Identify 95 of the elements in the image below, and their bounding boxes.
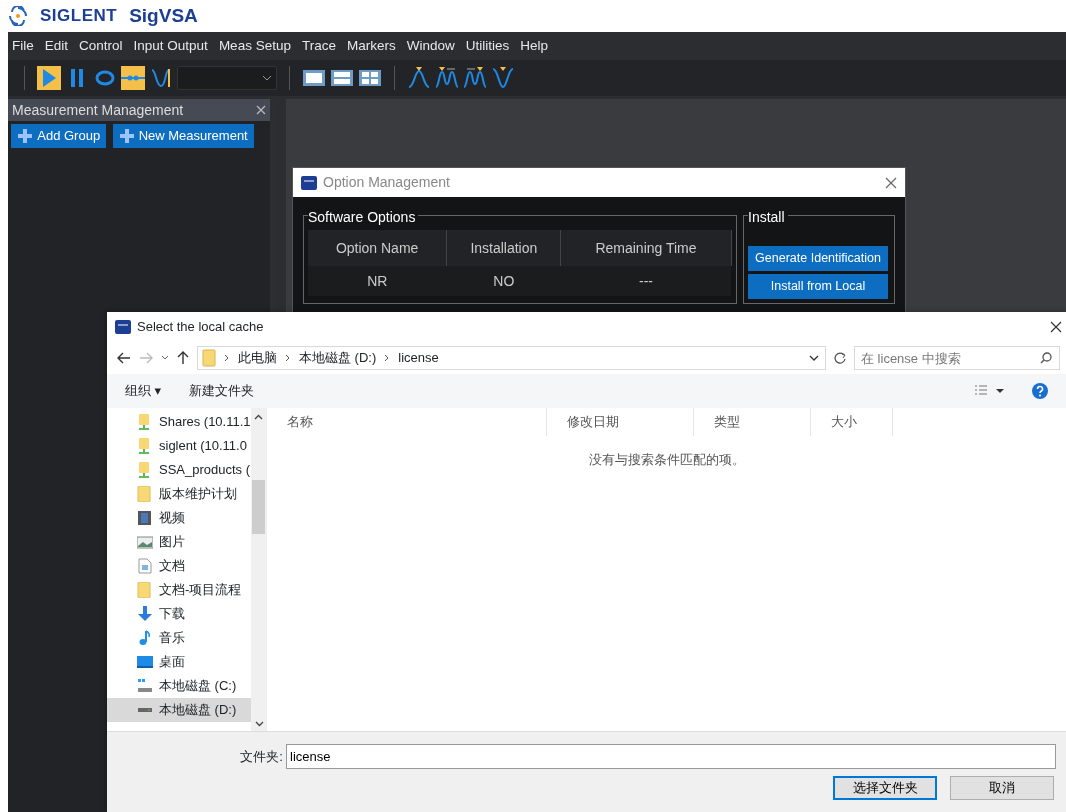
drive-icon — [137, 707, 153, 713]
chevron-down-icon[interactable] — [809, 355, 819, 361]
nav-item[interactable]: 图片 — [107, 530, 251, 554]
command-button[interactable]: 新建文件夹 — [189, 381, 255, 401]
back-arrow-icon[interactable] — [117, 352, 131, 364]
panel-button[interactable]: Add Group — [11, 124, 107, 148]
dialog-button[interactable]: 取消 — [950, 775, 1054, 800]
table-cell: --- — [560, 266, 731, 296]
search-icon — [1040, 352, 1052, 364]
music-note-icon — [137, 630, 153, 646]
app-logo-icon — [115, 320, 131, 334]
minimum-marker-icon — [491, 66, 515, 90]
menu-item[interactable]: Trace — [301, 35, 336, 57]
nav-item[interactable]: 本地磁盘 (D:) — [107, 698, 251, 722]
arrow-dots-icon — [121, 75, 145, 81]
column-header[interactable]: 修改日期 — [547, 408, 694, 436]
scrollbar-thumb[interactable] — [251, 480, 265, 534]
nav-item[interactable]: Shares (10.11.1 — [107, 410, 251, 434]
folder-icon — [137, 486, 153, 502]
view-options-icon[interactable] — [974, 385, 1004, 397]
column-header[interactable]: 名称 — [267, 408, 547, 436]
plus-icon — [17, 128, 34, 144]
chevron-right-icon — [224, 354, 230, 362]
dialog-button[interactable]: Generate Identification — [748, 246, 888, 271]
address-bar[interactable]: 此电脑 本地磁盘 (D:) license — [197, 346, 826, 370]
toolbar-button[interactable] — [149, 66, 173, 90]
plus-icon — [118, 128, 135, 144]
scroll-down-icon[interactable] — [254, 721, 264, 727]
menu-item[interactable]: Meas Setup — [218, 35, 291, 57]
menu-item[interactable]: Utilities — [465, 35, 510, 57]
chevron-right-icon — [384, 354, 391, 362]
logo-swirl-icon — [8, 6, 28, 26]
column-header[interactable]: 大小 — [811, 408, 893, 436]
table-cell: NO — [446, 266, 561, 296]
nav-item[interactable]: 文档 — [107, 554, 251, 578]
menu-item[interactable]: Control — [79, 35, 123, 57]
menu-item[interactable]: Window — [406, 35, 455, 57]
monitor-icon — [137, 654, 153, 670]
film-icon — [137, 510, 153, 526]
chevron-down-icon[interactable] — [161, 355, 169, 361]
menu-item[interactable]: Edit — [44, 35, 69, 57]
dialog-button[interactable]: 选择文件夹 — [833, 775, 937, 800]
column-header: Remaining Time — [560, 230, 731, 266]
app-logo-icon — [301, 175, 317, 190]
folder-icon — [202, 349, 216, 367]
menu-item[interactable]: Help — [520, 35, 548, 57]
column-header[interactable]: 类型 — [694, 408, 811, 436]
column-header: Option Name — [308, 230, 447, 266]
menu-item[interactable]: File — [12, 35, 34, 57]
brand-logo: SIGLENT — [40, 5, 118, 28]
panel-button[interactable]: New Measurement — [112, 124, 254, 148]
table-cell: NR — [308, 266, 447, 296]
up-arrow-icon[interactable] — [177, 351, 189, 365]
sweep-icon — [149, 66, 173, 90]
nav-item[interactable]: 本地磁盘 (C:) — [107, 674, 251, 698]
help-icon[interactable] — [1032, 383, 1048, 399]
nav-item[interactable]: 文档-项目流程 — [107, 578, 251, 602]
close-icon[interactable] — [1050, 321, 1062, 333]
document-icon — [137, 558, 153, 574]
peak-marker-icon — [407, 66, 431, 90]
download-arrow-icon — [137, 606, 153, 622]
folder-field[interactable]: license — [286, 744, 1056, 769]
dialog-title: Select the local cache — [137, 318, 265, 337]
menu-item[interactable]: Input Output — [133, 35, 208, 57]
column-header: Installation — [446, 230, 561, 266]
picture-icon — [137, 534, 153, 550]
peak-right-marker-icon — [463, 66, 487, 90]
nav-item[interactable]: siglent (10.11.0 — [107, 434, 251, 458]
search-field[interactable]: 在 license 中搜索 — [854, 346, 1060, 370]
folder-icon — [137, 582, 153, 598]
dialog-button[interactable]: Install from Local — [748, 274, 888, 299]
empty-message: 没有与搜索条件匹配的项。 — [587, 451, 746, 469]
scroll-up-icon[interactable] — [253, 414, 263, 420]
peak-left-marker-icon — [435, 66, 459, 90]
dialog-title: Option Management — [323, 173, 451, 192]
nav-item[interactable]: 下载 — [107, 602, 251, 626]
close-icon[interactable] — [885, 176, 897, 189]
chevron-right-icon — [285, 354, 291, 362]
nav-item[interactable]: 音乐 — [107, 626, 251, 650]
field-label: 文件夹: — [240, 747, 283, 766]
nav-item[interactable]: 桌面 — [107, 650, 251, 674]
command-button[interactable]: 组织 ▾ — [125, 381, 162, 401]
system-drive-icon — [137, 678, 153, 694]
chevron-down-icon — [262, 75, 272, 81]
refresh-icon[interactable] — [834, 352, 846, 364]
breadcrumb-item[interactable]: license — [398, 348, 439, 368]
breadcrumb-item[interactable]: 本地磁盘 (D:) — [299, 348, 377, 368]
menu-item[interactable]: Markers — [346, 35, 396, 57]
scrollbar[interactable] — [250, 408, 266, 731]
nav-item[interactable]: SSA_products ( — [107, 458, 251, 482]
nav-item[interactable]: 视频 — [107, 506, 251, 530]
app-title: SigVSA — [129, 3, 198, 28]
breadcrumb-item[interactable]: 此电脑 — [238, 348, 277, 368]
panel-title: Measurement Management — [12, 100, 184, 120]
nav-item[interactable]: 版本维护计划 — [107, 482, 251, 506]
